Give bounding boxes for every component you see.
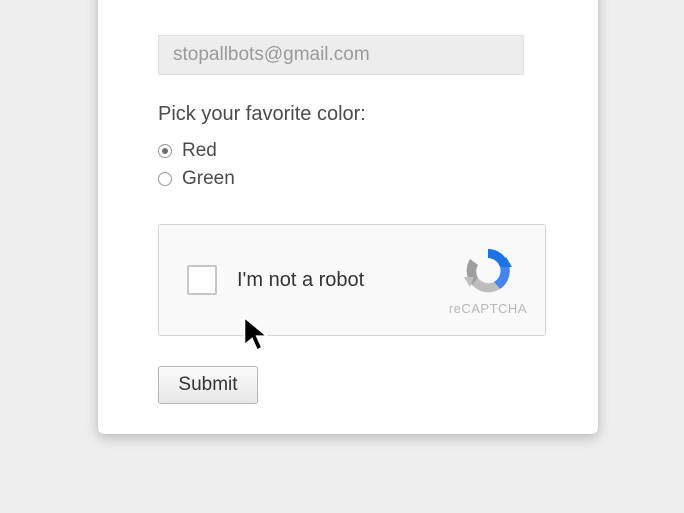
recaptcha-brand-text: reCAPTCHA [449,301,527,316]
radio-icon [158,144,172,158]
radio-icon [158,172,172,186]
submit-button[interactable]: Submit [158,366,258,404]
recaptcha-branding: reCAPTCHA [449,245,527,316]
radio-label: Green [182,168,235,190]
recaptcha-icon [462,245,514,297]
question-label: Pick your favorite color: [158,103,568,126]
recaptcha-label: I'm not a robot [237,269,364,292]
color-radio-group: Red Green [158,140,568,190]
recaptcha-widget: I'm not a robot reCAPTCHA [158,224,546,336]
email-field[interactable] [158,35,524,75]
recaptcha-checkbox[interactable] [187,265,217,295]
radio-row-red[interactable]: Red [158,140,568,162]
radio-label: Red [182,140,217,162]
recaptcha-left: I'm not a robot [187,265,364,295]
form-card: Pick your favorite color: Red Green I'm … [98,0,598,434]
radio-row-green[interactable]: Green [158,168,568,190]
